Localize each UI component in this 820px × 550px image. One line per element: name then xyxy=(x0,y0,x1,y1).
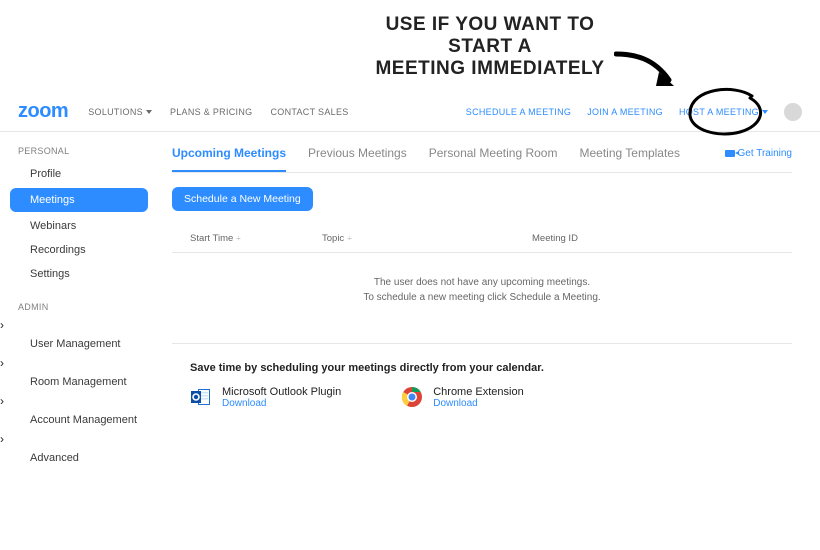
chevron-down-icon xyxy=(146,110,152,114)
schedule-new-meeting-button[interactable]: Schedule a New Meeting xyxy=(172,187,313,211)
sidebar-item-account-management[interactable]: Account Management xyxy=(0,408,158,432)
top-navbar: zoom SOLUTIONS PLANS & PRICING CONTACT S… xyxy=(0,92,820,132)
nav-right: SCHEDULE A MEETING JOIN A MEETING HOST A… xyxy=(466,103,802,121)
chrome-title: Chrome Extension xyxy=(433,386,524,398)
action-join-meeting[interactable]: JOIN A MEETING xyxy=(587,107,663,117)
instruction-line2: MEETING IMMEDIATELY xyxy=(375,58,604,79)
instruction-line1: USE IF YOU WANT TO START A xyxy=(386,14,595,57)
chrome-icon xyxy=(401,386,423,408)
sort-icon: ÷ xyxy=(347,234,351,243)
zoom-logo: zoom xyxy=(18,100,68,123)
plugin-chrome: Chrome Extension Download xyxy=(401,386,524,409)
get-training-link[interactable]: Get Training xyxy=(725,148,792,159)
col-topic[interactable]: Topic÷ xyxy=(322,233,532,244)
chevron-right-icon: › xyxy=(0,394,4,408)
action-schedule-meeting[interactable]: SCHEDULE A MEETING xyxy=(466,107,571,117)
meetings-tabs: Upcoming Meetings Previous Meetings Pers… xyxy=(172,146,792,173)
nav-plans[interactable]: PLANS & PRICING xyxy=(170,107,253,117)
tab-upcoming[interactable]: Upcoming Meetings xyxy=(172,146,286,172)
sidebar-item-advanced[interactable]: Advanced xyxy=(0,446,158,470)
empty-state: The user does not have any upcoming meet… xyxy=(172,253,792,333)
tab-previous[interactable]: Previous Meetings xyxy=(308,146,407,172)
outlook-icon xyxy=(190,386,212,408)
sidebar-item-settings[interactable]: Settings xyxy=(0,262,158,286)
main-panel: Upcoming Meetings Previous Meetings Pers… xyxy=(158,132,820,490)
empty-line1: The user does not have any upcoming meet… xyxy=(172,275,792,290)
meetings-table-header: Start Time÷ Topic÷ Meeting ID xyxy=(172,225,792,253)
instruction-text: USE IF YOU WANT TO START A MEETING IMMED… xyxy=(370,14,610,80)
sidebar-item-meetings[interactable]: Meetings xyxy=(10,188,148,212)
action-host-meeting[interactable]: HOST A MEETING xyxy=(679,107,768,117)
sidebar-item-user-management[interactable]: User Management xyxy=(0,332,158,356)
sidebar-item-webinars[interactable]: Webinars xyxy=(0,214,158,238)
sidebar-section-admin: ADMIN xyxy=(0,302,158,318)
sort-icon: ÷ xyxy=(236,234,240,243)
outlook-download-link[interactable]: Download xyxy=(222,398,341,409)
chrome-download-link[interactable]: Download xyxy=(433,398,524,409)
avatar[interactable] xyxy=(784,103,802,121)
sidebar: PERSONAL Profile Meetings Webinars Recor… xyxy=(0,132,158,490)
chevron-right-icon: › xyxy=(0,432,4,446)
calendar-headline: Save time by scheduling your meetings di… xyxy=(172,362,792,374)
sidebar-item-recordings[interactable]: Recordings xyxy=(0,238,158,262)
nav-left: SOLUTIONS PLANS & PRICING CONTACT SALES xyxy=(88,107,348,117)
body: PERSONAL Profile Meetings Webinars Recor… xyxy=(0,132,820,490)
calendar-integration-block: Save time by scheduling your meetings di… xyxy=(172,343,792,409)
col-meeting-id: Meeting ID xyxy=(532,233,792,244)
plugin-list: Microsoft Outlook Plugin Download xyxy=(172,374,792,409)
chevron-down-icon xyxy=(762,110,768,114)
chevron-right-icon: › xyxy=(0,356,4,370)
tab-templates[interactable]: Meeting Templates xyxy=(579,146,680,172)
video-camera-icon xyxy=(725,150,735,157)
tab-personal-room[interactable]: Personal Meeting Room xyxy=(429,146,558,172)
outlook-title: Microsoft Outlook Plugin xyxy=(222,386,341,398)
plugin-outlook: Microsoft Outlook Plugin Download xyxy=(190,386,341,409)
arrow-icon xyxy=(614,46,684,96)
nav-contact[interactable]: CONTACT SALES xyxy=(270,107,348,117)
empty-line2: To schedule a new meeting click Schedule… xyxy=(172,290,792,305)
chevron-right-icon: › xyxy=(0,318,4,332)
sidebar-item-profile[interactable]: Profile xyxy=(0,162,158,186)
col-start-time[interactable]: Start Time÷ xyxy=(172,233,322,244)
sidebar-item-room-management[interactable]: Room Management xyxy=(0,370,158,394)
nav-solutions[interactable]: SOLUTIONS xyxy=(88,107,152,117)
sidebar-section-personal: PERSONAL xyxy=(0,146,158,162)
